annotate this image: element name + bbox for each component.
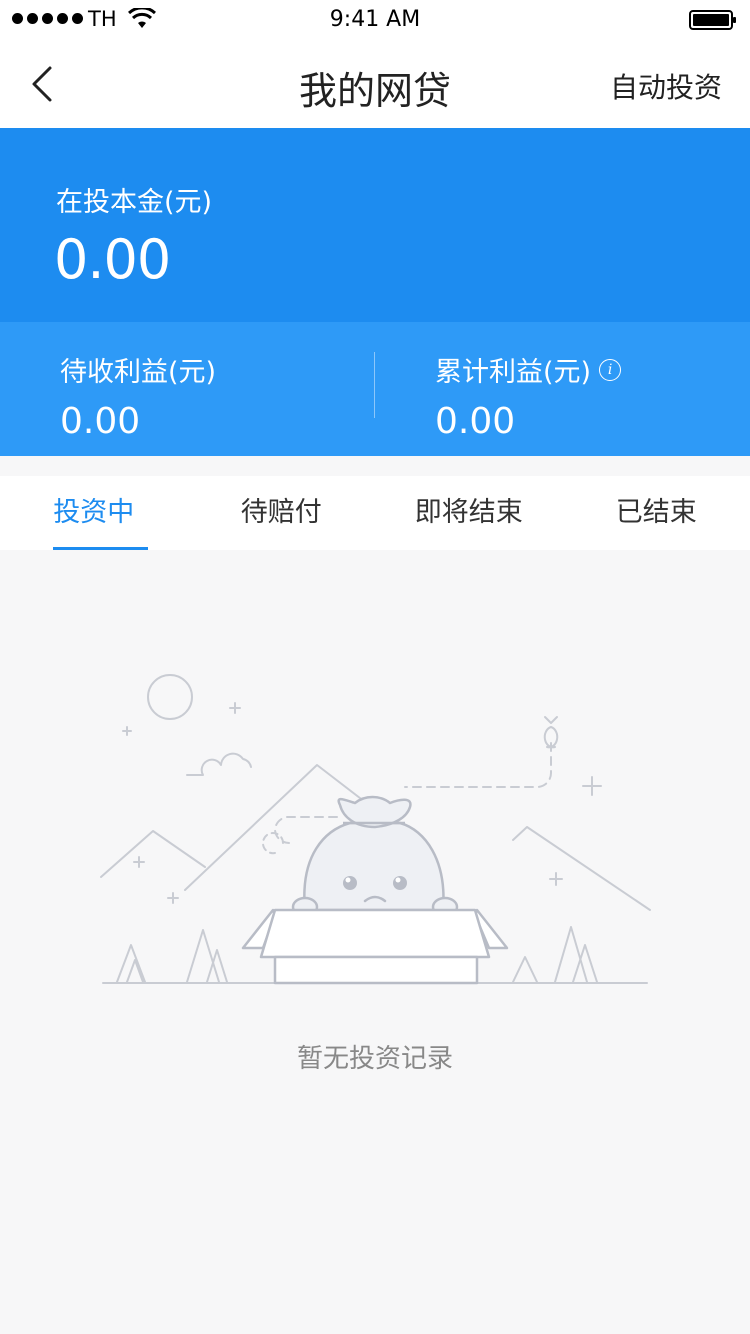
total-earnings-label: 累计利益(元) [435, 357, 592, 388]
auto-invest-button[interactable]: 自动投资 [610, 66, 722, 106]
tab-ended[interactable]: 已结束 [563, 476, 750, 550]
pending-earnings-value: 0.00 [60, 401, 141, 442]
earnings-summary: 待收利益(元) 0.00 累计利益(元) i 0.00 [0, 322, 750, 456]
total-earnings-value: 0.00 [435, 401, 516, 442]
principal-summary: 在投本金(元) 0.00 [0, 128, 750, 322]
empty-state-illustration [100, 674, 651, 985]
info-icon[interactable]: i [599, 358, 622, 381]
column-divider [374, 352, 375, 418]
tab-investing[interactable]: 投资中 [0, 476, 188, 550]
total-earnings: 累计利益(元) i 0.00 [435, 350, 622, 442]
tab-pending-compensation[interactable]: 待赔付 [188, 476, 376, 550]
principal-value: 0.00 [54, 228, 171, 291]
pending-earnings-label: 待收利益(元) [60, 357, 217, 388]
principal-label: 在投本金(元) [56, 187, 213, 218]
tab-bar: 投资中 待赔付 即将结束 已结束 [0, 476, 750, 550]
empty-state-message: 暂无投资记录 [296, 1044, 453, 1074]
pending-earnings: 待收利益(元) 0.00 [60, 350, 216, 442]
battery-icon [689, 10, 736, 30]
status-time: 9:41 AM [329, 7, 421, 32]
status-bar: TH 9:41 AM [0, 0, 750, 40]
tab-ending-soon[interactable]: 即将结束 [375, 476, 563, 550]
navigation-bar: 我的网贷 自动投资 [0, 40, 750, 128]
